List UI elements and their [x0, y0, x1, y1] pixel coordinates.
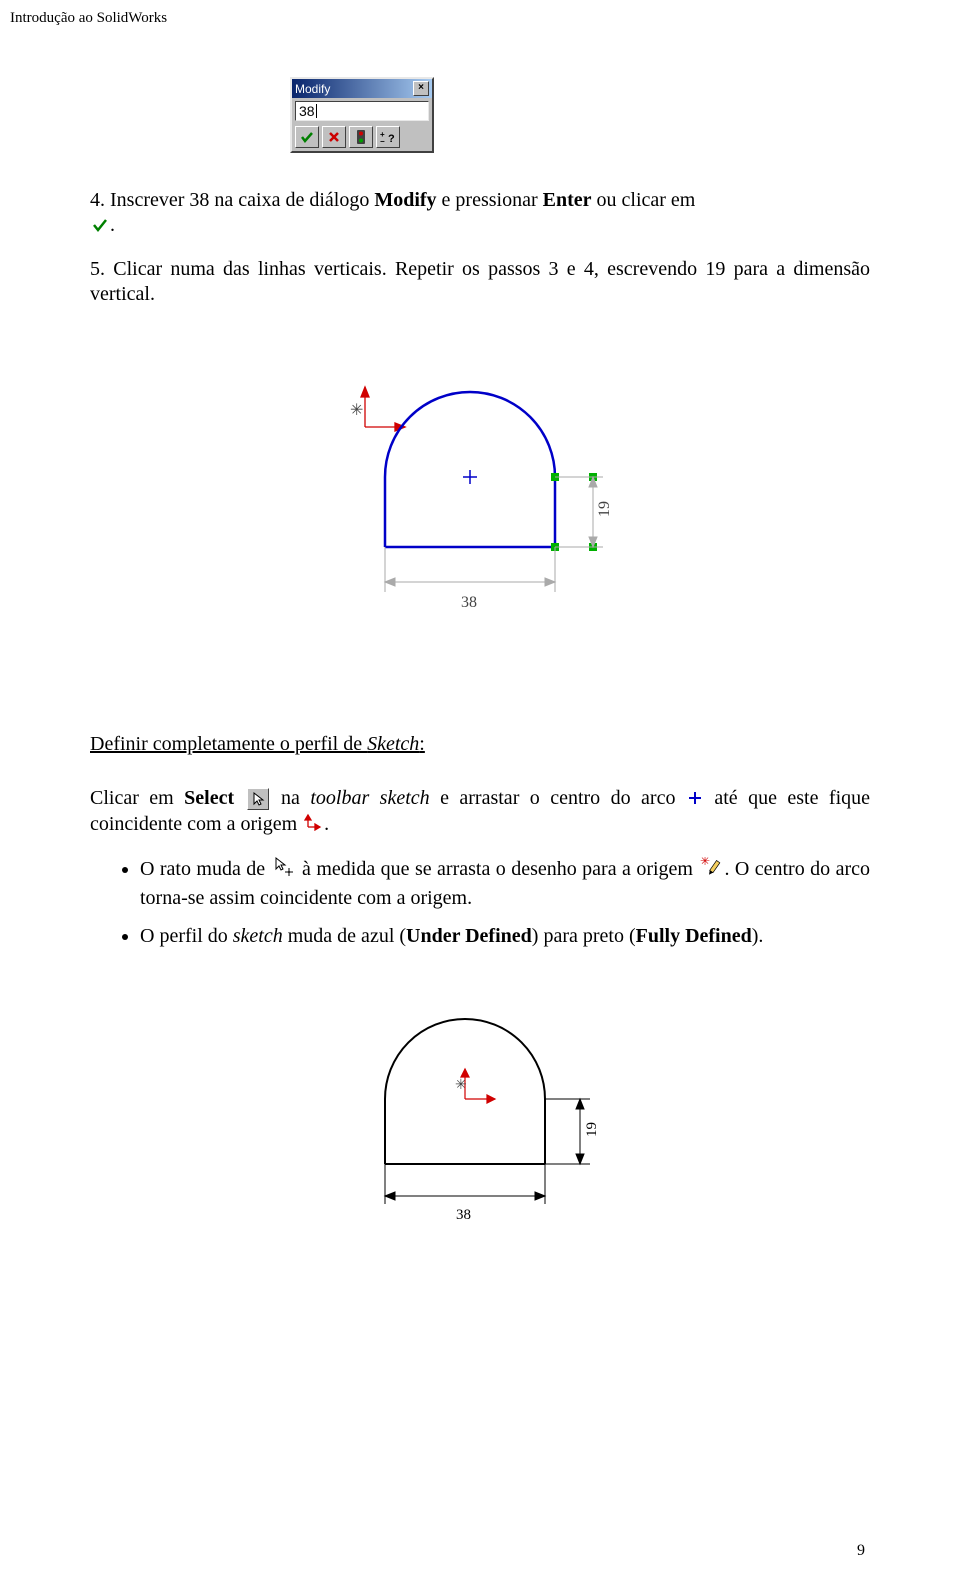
check-icon — [300, 131, 314, 143]
step-4-text-c: ou clicar em — [592, 189, 696, 211]
modify-dialog: Modify × 38 — [290, 77, 870, 153]
step-4-text-d: . — [110, 214, 115, 236]
step-4-enter: Enter — [543, 189, 592, 211]
bullet-2-a: O perfil do — [140, 925, 233, 947]
close-icon[interactable]: × — [413, 81, 429, 96]
plus-minus-button[interactable]: + − ? — [376, 126, 400, 148]
section-title-sketch: Sketch — [367, 733, 419, 755]
section-title-a: Definir completamente o perfil de — [90, 733, 367, 755]
paragraph-select: Clicar em Select na toolbar sketch e arr… — [90, 786, 870, 838]
select-arrow-icon — [247, 788, 269, 810]
para-select-c: e arrastar o centro do arco — [430, 787, 686, 809]
step-5: 5. Clicar numa das linhas verticais. Rep… — [90, 257, 870, 307]
para-select-b: na — [281, 787, 310, 809]
para-select-toolbar: toolbar sketch — [310, 787, 429, 809]
bullet-1-b: à medida que se arrasta o desenho para a… — [302, 858, 698, 880]
bullet-2-c: ) para preto ( — [532, 925, 636, 947]
para-select-e: . — [324, 813, 329, 835]
traffic-button[interactable] — [349, 126, 373, 148]
cancel-button[interactable] — [322, 126, 346, 148]
modify-titlebar: Modify × — [292, 79, 432, 98]
step-4-text-a: Inscrever 38 na caixa de diálogo — [110, 189, 374, 211]
bullet-1: O rato muda de à medida que se arrasta o… — [140, 856, 870, 911]
pencil-origin-icon: ✳ — [700, 857, 722, 884]
text-caret-icon — [316, 104, 317, 118]
svg-text:−: − — [380, 137, 385, 144]
check-small-icon — [92, 214, 108, 239]
bullet-2: O perfil do sketch muda de azul (Under D… — [140, 923, 870, 949]
modify-title: Modify — [295, 82, 330, 96]
cross-blue-icon — [688, 787, 702, 812]
dim-19-label-2: 19 — [584, 1122, 600, 1137]
section-title-b: : — [419, 733, 425, 755]
dim-38-label-2: 38 — [456, 1207, 471, 1223]
modify-input[interactable]: 38 — [295, 101, 429, 121]
x-icon — [328, 131, 340, 143]
dim-19-label: 19 — [596, 501, 613, 517]
sketch-figure-fully-defined: ✳ 19 38 — [90, 989, 870, 1235]
step-5-number: 5. — [90, 258, 105, 280]
step-4-number: 4. — [90, 189, 105, 211]
bullet-2-d: ). — [752, 925, 764, 947]
bullet-list: O rato muda de à medida que se arrasta o… — [90, 856, 870, 949]
bullet-2-fully: Fully Defined — [636, 925, 752, 947]
step-4-text-b: e pressionar — [437, 189, 543, 211]
cursor-drag-icon — [273, 856, 295, 885]
page-number: 9 — [857, 1542, 865, 1560]
step-5-text: Clicar numa das linhas verticais. Repeti… — [90, 258, 870, 305]
bullet-2-sketch: sketch — [233, 925, 283, 947]
svg-text:✳: ✳ — [700, 857, 710, 868]
traffic-light-icon — [356, 130, 366, 144]
svg-text:?: ? — [388, 133, 395, 144]
step-4-modify: Modify — [374, 189, 436, 211]
step-4: 4. Inscrever 38 na caixa de diálogo Modi… — [90, 188, 870, 239]
origin-axes-icon — [304, 813, 322, 838]
svg-text:✳: ✳ — [455, 1078, 467, 1093]
bullet-2-under: Under Defined — [406, 925, 532, 947]
dim-38-label: 38 — [461, 594, 477, 611]
svg-text:✳: ✳ — [350, 402, 363, 419]
section-title: Definir completamente o perfil de Sketch… — [90, 733, 870, 756]
confirm-button[interactable] — [295, 126, 319, 148]
sketch-figure-under-defined: ✳ — [90, 357, 870, 623]
modify-value: 38 — [299, 103, 315, 119]
bullet-1-a: O rato muda de — [140, 858, 271, 880]
para-select-a: Clicar em — [90, 787, 184, 809]
para-select-word: Select — [184, 787, 234, 809]
plus-minus-help-icon: + − ? — [380, 130, 396, 144]
bullet-2-b: muda de azul ( — [283, 925, 406, 947]
page-header: Introdução ao SolidWorks — [10, 10, 870, 27]
